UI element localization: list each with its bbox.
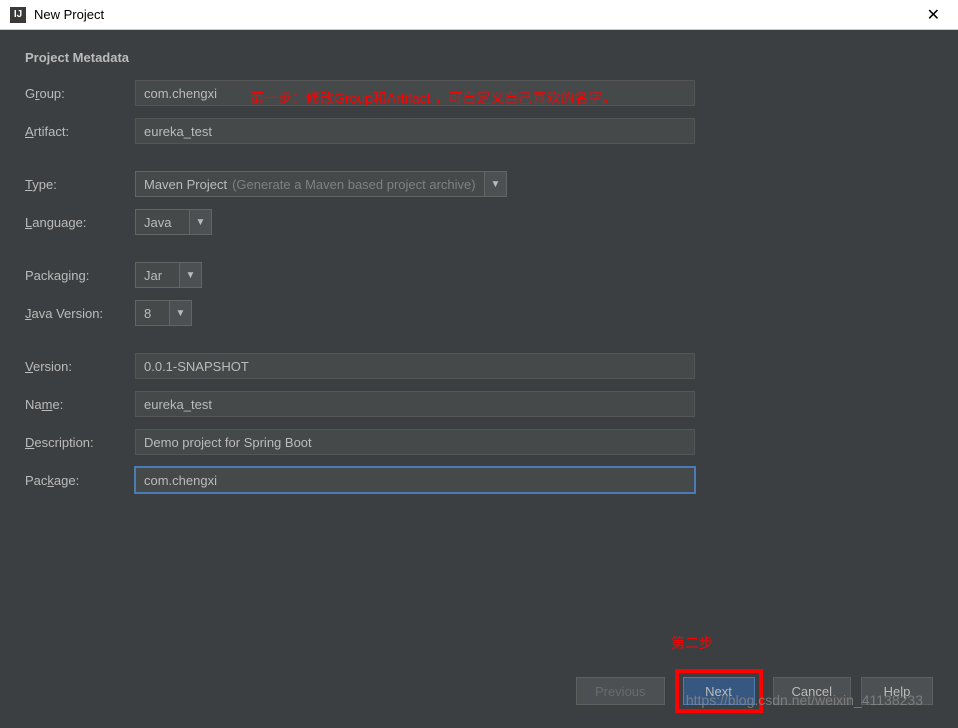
annotation-highlight-box: Next bbox=[675, 669, 763, 713]
annotation-step1: 第一步：修改Group和Artifact ，可自定义自己喜欢的名字。 bbox=[250, 88, 616, 108]
java-version-select[interactable]: 8 ▼ bbox=[135, 300, 192, 326]
label-type: Type: bbox=[25, 177, 135, 192]
row-type: Type: Maven Project (Generate a Maven ba… bbox=[25, 171, 933, 197]
row-language: Language: Java ▼ bbox=[25, 209, 933, 235]
next-button[interactable]: Next bbox=[683, 677, 755, 705]
chevron-down-icon[interactable]: ▼ bbox=[190, 209, 212, 235]
section-header: Project Metadata bbox=[25, 50, 933, 65]
label-language: Language: bbox=[25, 215, 135, 230]
titlebar: IJ New Project ✕ bbox=[0, 0, 958, 30]
label-description: Description: bbox=[25, 435, 135, 450]
artifact-input[interactable] bbox=[135, 118, 695, 144]
row-name: Name: bbox=[25, 391, 933, 417]
label-name: Name: bbox=[25, 397, 135, 412]
label-version: Version: bbox=[25, 359, 135, 374]
close-icon[interactable]: ✕ bbox=[919, 5, 948, 25]
row-packaging: Packaging: Jar ▼ bbox=[25, 262, 933, 288]
previous-button[interactable]: Previous bbox=[576, 677, 665, 705]
label-java-version: Java Version: bbox=[25, 306, 135, 321]
type-select[interactable]: Maven Project (Generate a Maven based pr… bbox=[135, 171, 507, 197]
cancel-button[interactable]: Cancel bbox=[773, 677, 851, 705]
description-input[interactable] bbox=[135, 429, 695, 455]
language-select[interactable]: Java ▼ bbox=[135, 209, 212, 235]
label-artifact: Artifact: bbox=[25, 124, 135, 139]
row-package: Package: bbox=[25, 467, 933, 493]
version-input[interactable] bbox=[135, 353, 695, 379]
label-packaging: Packaging: bbox=[25, 268, 135, 283]
packaging-select[interactable]: Jar ▼ bbox=[135, 262, 202, 288]
row-version: Version: bbox=[25, 353, 933, 379]
row-description: Description: bbox=[25, 429, 933, 455]
chevron-down-icon[interactable]: ▼ bbox=[170, 300, 192, 326]
row-artifact: Artifact: bbox=[25, 118, 933, 144]
name-input[interactable] bbox=[135, 391, 695, 417]
dialog-body: Project Metadata 第一步：修改Group和Artifact ，可… bbox=[0, 30, 958, 728]
package-input[interactable] bbox=[135, 467, 695, 493]
row-java-version: Java Version: 8 ▼ bbox=[25, 300, 933, 326]
app-icon: IJ bbox=[10, 7, 26, 23]
window-title: New Project bbox=[34, 7, 104, 22]
button-bar: Previous Next Cancel Help bbox=[576, 669, 933, 713]
help-button[interactable]: Help bbox=[861, 677, 933, 705]
label-package: Package: bbox=[25, 473, 135, 488]
label-group: Group: bbox=[25, 86, 135, 101]
chevron-down-icon[interactable]: ▼ bbox=[485, 171, 507, 197]
chevron-down-icon[interactable]: ▼ bbox=[180, 262, 202, 288]
annotation-step2: 第二步 bbox=[671, 633, 713, 653]
